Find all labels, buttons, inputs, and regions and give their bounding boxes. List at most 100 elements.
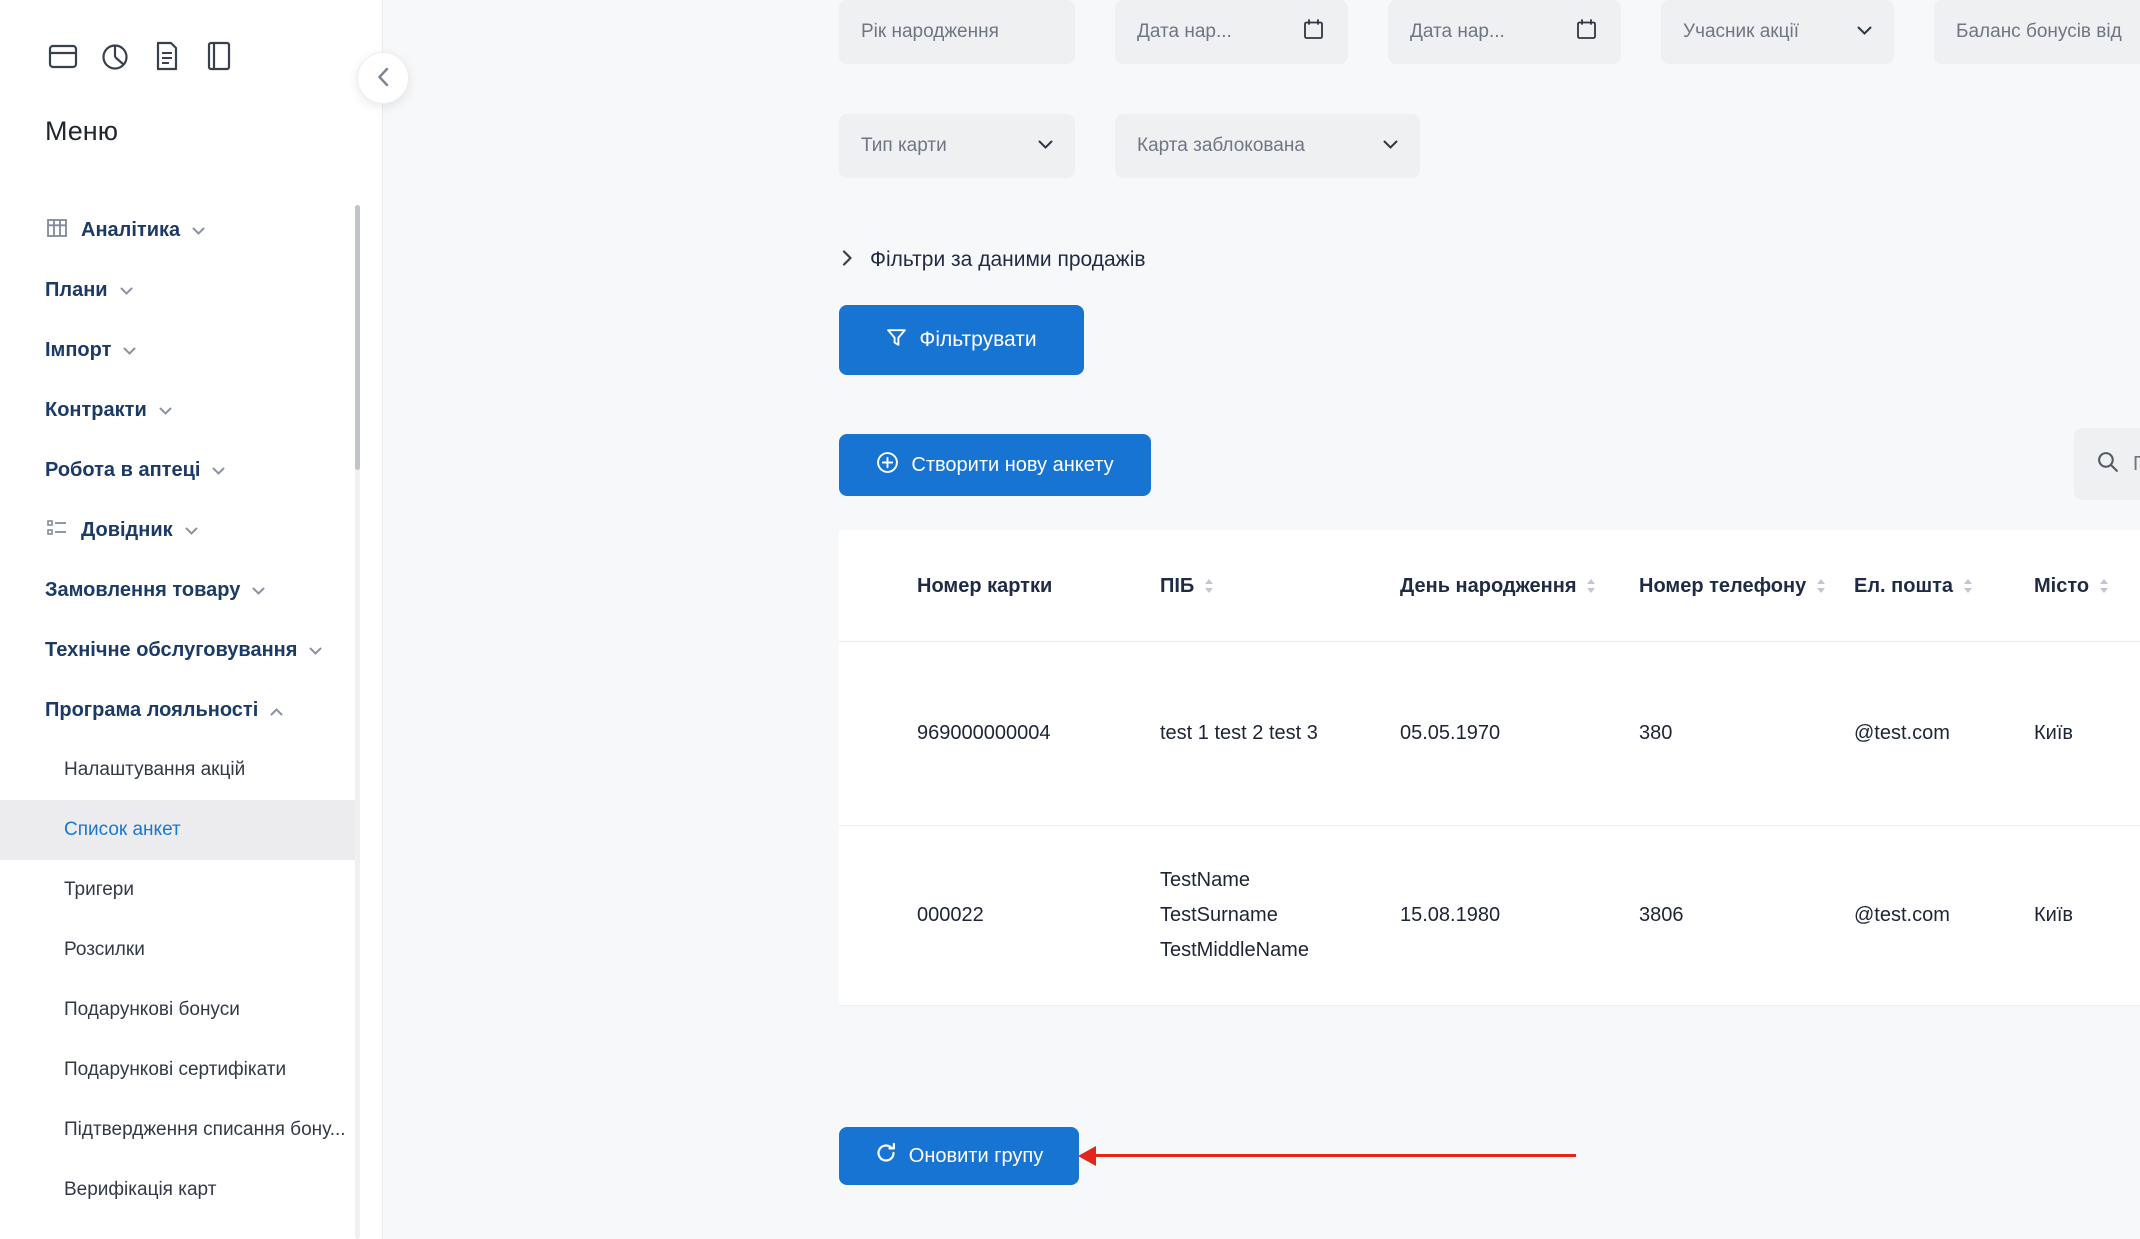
filter-button-label: Фільтрувати: [919, 328, 1036, 352]
chevron-down-icon: [309, 643, 322, 661]
sidebar-item-pharmacy-work[interactable]: Робота в аптеці: [0, 440, 383, 500]
chevron-down-icon: [123, 343, 136, 361]
birth-date-to-field[interactable]: Дата нар...: [1388, 0, 1621, 64]
cell-card-number: 969000000004: [917, 722, 1160, 745]
filter-row-2: Тип карти Карта заблокована: [839, 114, 1420, 178]
sidebar-top-icons: [45, 38, 237, 74]
sidebar-item-plans[interactable]: Плани: [0, 260, 383, 320]
sidebar-item-label: Подарункові сертифікати: [64, 1059, 286, 1081]
birth-year-field[interactable]: Рік народження: [839, 0, 1075, 64]
menu-title: Меню: [45, 116, 118, 147]
col-birthday[interactable]: День народження: [1400, 573, 1639, 599]
filter-row-1: Рік народження Дата нар... Дата нар... У…: [839, 0, 2140, 64]
sort-icon[interactable]: [1963, 579, 1973, 593]
book-icon[interactable]: [201, 38, 237, 74]
promo-participant-select[interactable]: Учасник акції: [1661, 0, 1894, 64]
sidebar-menu: Аналітика Плани Імпорт Контракти Робота …: [0, 200, 383, 1220]
chevron-right-icon: [842, 250, 852, 271]
sidebar-scrollbar[interactable]: [355, 205, 360, 1239]
sort-icon[interactable]: [1586, 579, 1596, 593]
pie-chart-icon[interactable]: [97, 38, 133, 74]
loyalty-submenu: Налаштування акцій Список анкет Тригери …: [0, 740, 383, 1220]
sidebar-collapse-button[interactable]: [357, 52, 409, 104]
sort-icon[interactable]: [2099, 579, 2109, 593]
sidebar-item-label: Підтвердження списання бону...: [64, 1119, 346, 1141]
funnel-icon: [886, 327, 907, 354]
search-box[interactable]: [2074, 428, 2140, 500]
sort-icon[interactable]: [1816, 579, 1826, 593]
sidebar-item-mailings[interactable]: Розсилки: [0, 920, 383, 980]
col-full-name[interactable]: ПІБ: [1160, 573, 1400, 599]
sort-icon[interactable]: [1204, 579, 1214, 593]
calendar-icon[interactable]: [1574, 17, 1599, 47]
create-questionnaire-button[interactable]: Створити нову анкету: [839, 434, 1151, 496]
sidebar-item-label: Верифікація карт: [64, 1179, 216, 1201]
sidebar: Меню Аналітика Плани Імпорт Контракти Ро…: [0, 0, 383, 1239]
sidebar-item-label: Імпорт: [45, 339, 111, 362]
field-placeholder: Баланс бонусів від: [1956, 21, 2122, 43]
grid-icon: [45, 216, 69, 245]
chevron-up-icon: [270, 703, 283, 721]
sidebar-item-gift-bonuses[interactable]: Подарункові бонуси: [0, 980, 383, 1040]
col-phone[interactable]: Номер телефону: [1639, 573, 1854, 599]
sidebar-item-label: Аналітика: [81, 219, 180, 242]
cell-birthday: 15.08.1980: [1400, 904, 1639, 927]
filter-button[interactable]: Фільтрувати: [839, 305, 1084, 375]
sidebar-item-contracts[interactable]: Контракти: [0, 380, 383, 440]
field-placeholder: Учасник акції: [1683, 21, 1799, 43]
table-row: 000022 TestName TestSurname TestMiddleNa…: [839, 826, 2140, 1006]
col-city[interactable]: Місто: [2034, 573, 2140, 599]
sidebar-item-bonus-writeoff-confirm[interactable]: Підтвердження списання бону...: [0, 1100, 383, 1160]
sidebar-item-label: Довідник: [81, 519, 173, 542]
sidebar-item-goods-order[interactable]: Замовлення товару: [0, 560, 383, 620]
refresh-icon: [875, 1142, 897, 1170]
sidebar-item-gift-certificates[interactable]: Подарункові сертифікати: [0, 1040, 383, 1100]
update-group-button-label: Оновити групу: [909, 1145, 1043, 1168]
search-input[interactable]: [2133, 453, 2140, 476]
field-placeholder: Карта заблокована: [1137, 135, 1305, 157]
bonus-balance-from-field[interactable]: Баланс бонусів від: [1934, 0, 2140, 64]
sidebar-item-analytics[interactable]: Аналітика: [0, 200, 383, 260]
birth-date-from-field[interactable]: Дата нар...: [1115, 0, 1348, 64]
sidebar-item-loyalty-program[interactable]: Програма лояльності: [0, 680, 383, 740]
card-blocked-select[interactable]: Карта заблокована: [1115, 114, 1420, 178]
chevron-down-icon: [1857, 23, 1872, 41]
col-email[interactable]: Ел. пошта: [1854, 573, 2034, 599]
arrow-shaft: [1094, 1154, 1576, 1157]
sidebar-item-import[interactable]: Імпорт: [0, 320, 383, 380]
sidebar-item-maintenance[interactable]: Технічне обслуговування: [0, 620, 383, 680]
search-icon: [2096, 450, 2119, 478]
sidebar-item-label: Список анкет: [64, 819, 181, 841]
calendar-icon[interactable]: [1301, 17, 1326, 47]
sidebar-item-questionnaire-list[interactable]: Список анкет: [0, 800, 356, 860]
page: Меню Аналітика Плани Імпорт Контракти Ро…: [0, 0, 2140, 1239]
chevron-down-icon: [1383, 137, 1398, 155]
questionnaire-table: Номер картки ПІБ День народження Номер т…: [839, 530, 2140, 1006]
sidebar-item-label: Налаштування акцій: [64, 759, 245, 781]
card-type-select[interactable]: Тип карти: [839, 114, 1075, 178]
chevron-down-icon: [252, 583, 265, 601]
update-group-button[interactable]: Оновити групу: [839, 1127, 1079, 1185]
chevron-down-icon: [192, 223, 205, 241]
sidebar-item-card-verification[interactable]: Верифікація карт: [0, 1160, 383, 1220]
chevron-down-icon: [159, 403, 172, 421]
field-placeholder: Рік народження: [861, 21, 999, 43]
cell-full-name: TestName TestSurname TestMiddleName: [1160, 863, 1400, 968]
field-placeholder: Дата нар...: [1410, 21, 1505, 43]
sidebar-item-label: Робота в аптеці: [45, 459, 200, 482]
sidebar-item-promo-settings[interactable]: Налаштування акцій: [0, 740, 383, 800]
chevron-down-icon: [212, 463, 225, 481]
sidebar-item-label: Плани: [45, 279, 108, 302]
cell-phone: 380: [1639, 722, 1854, 745]
sidebar-item-directory[interactable]: Довідник: [0, 500, 383, 560]
card-icon[interactable]: [45, 38, 81, 74]
cell-full-name: test 1 test 2 test 3: [1160, 722, 1400, 745]
create-button-label: Створити нову анкету: [911, 454, 1113, 477]
cell-birthday: 05.05.1970: [1400, 722, 1639, 745]
cell-email: @test.com: [1854, 722, 2034, 745]
list-icon: [45, 516, 69, 545]
sidebar-item-triggers[interactable]: Тригери: [0, 860, 383, 920]
sidebar-scrollbar-thumb[interactable]: [355, 205, 360, 470]
document-icon[interactable]: [149, 38, 185, 74]
sales-filters-toggle[interactable]: Фільтри за даними продажів: [842, 248, 1146, 272]
